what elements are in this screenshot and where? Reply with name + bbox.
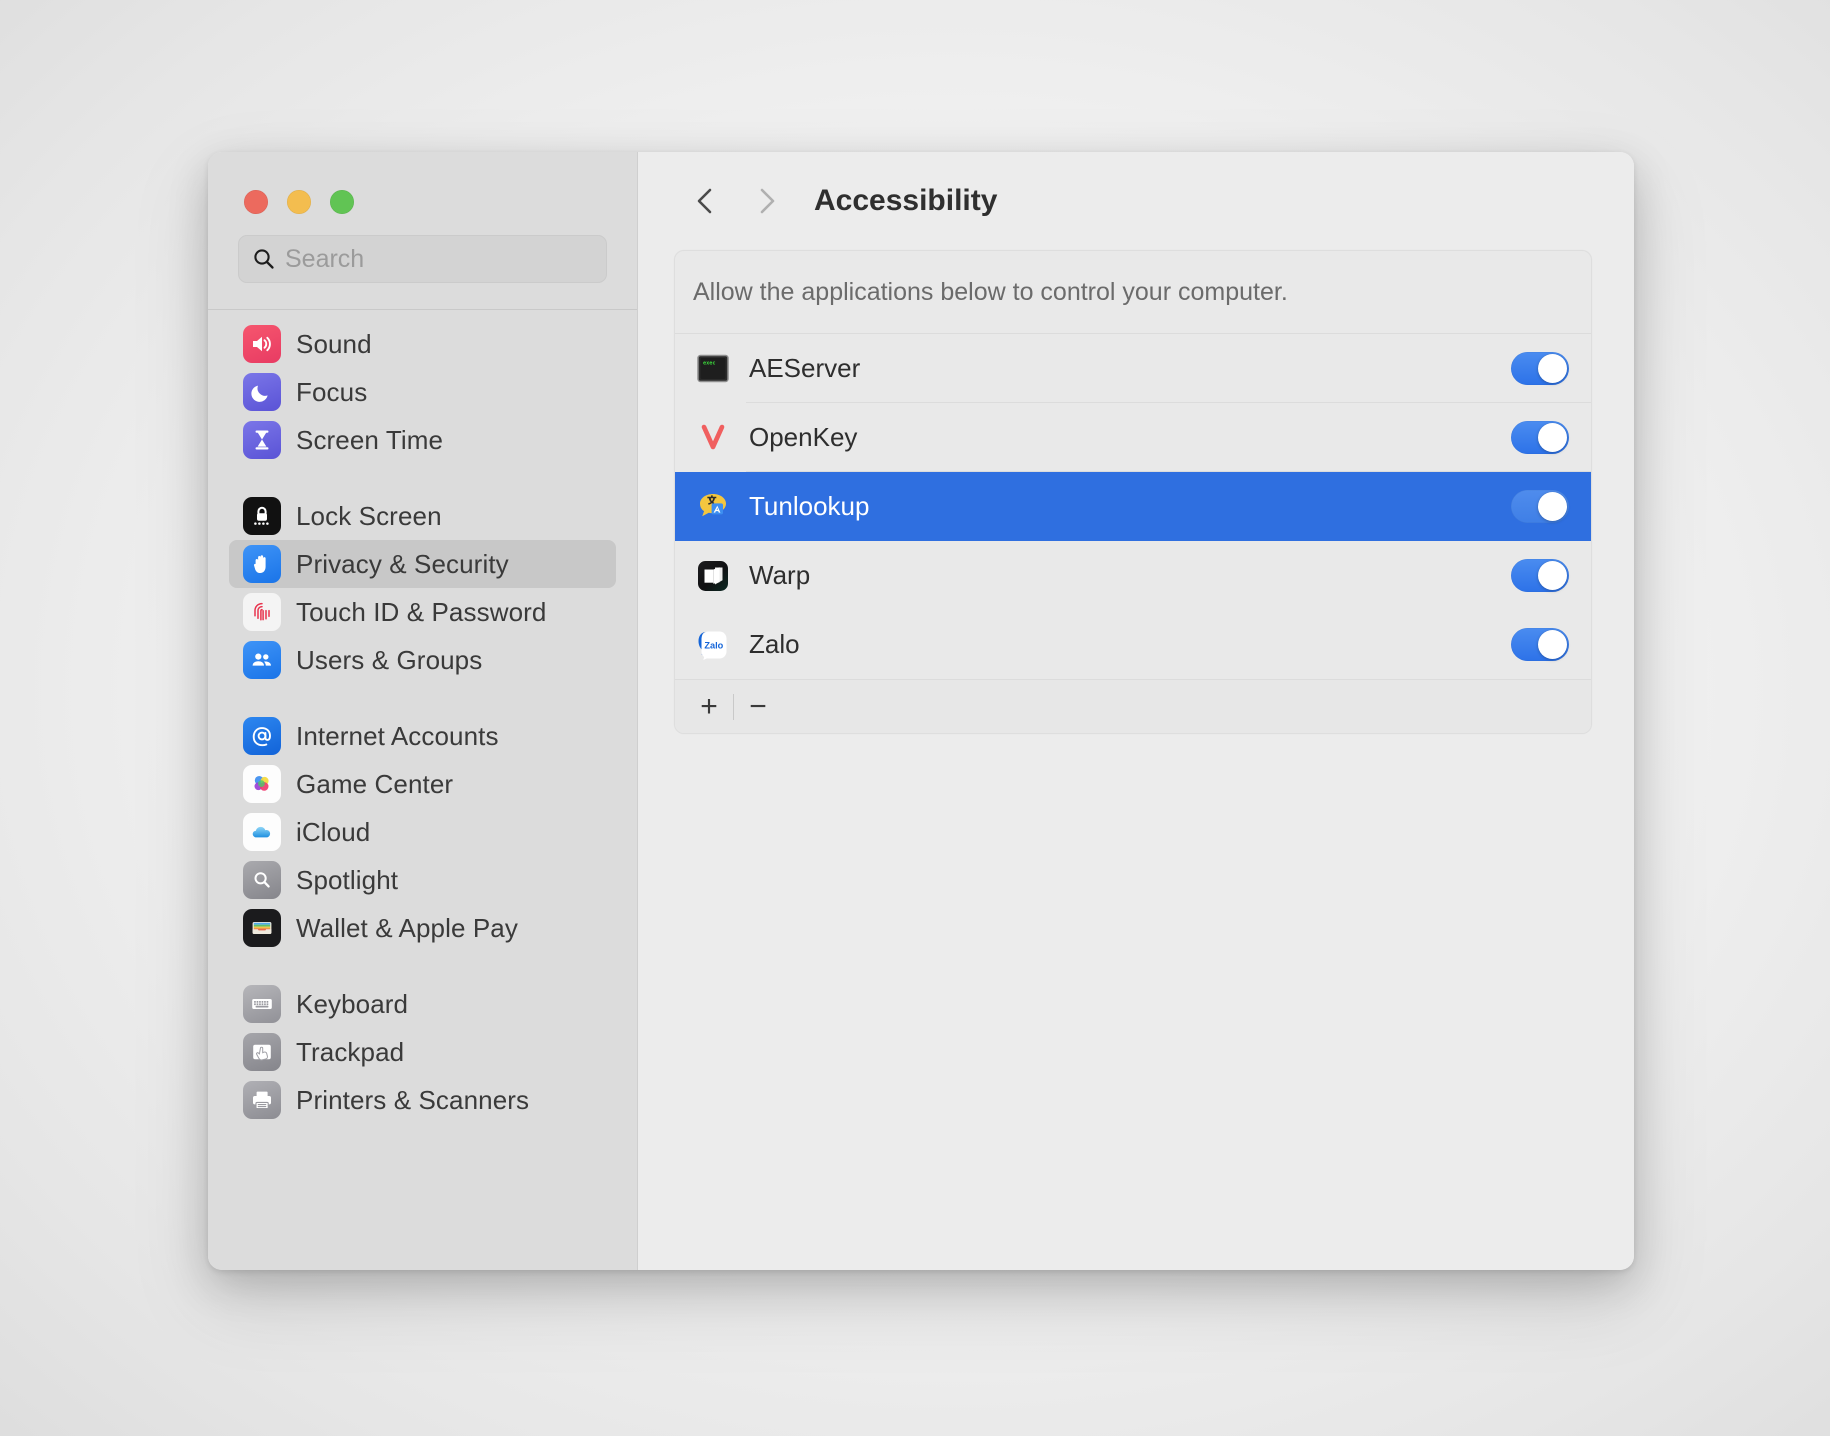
sidebar-item-users-groups[interactable]: Users & Groups [229, 636, 616, 684]
users-icon [243, 641, 281, 679]
fingerprint-icon [243, 593, 281, 631]
table-row[interactable]: OpenKey [675, 403, 1591, 472]
sidebar: Sound Focus [208, 152, 638, 1270]
sidebar-item-label: Keyboard [296, 988, 409, 1019]
tunlookup-icon [693, 487, 733, 527]
wallet-icon [243, 909, 281, 947]
at-icon [243, 717, 281, 755]
sidebar-item-label: Printers & Scanners [296, 1084, 530, 1115]
table-row[interactable]: exec AEServer [675, 334, 1591, 403]
sidebar-item-label: Wallet & Apple Pay [296, 912, 518, 943]
search-box[interactable] [238, 235, 607, 283]
hand-icon [243, 545, 281, 583]
sidebar-item-sound[interactable]: Sound [229, 320, 616, 368]
sidebar-item-label: Users & Groups [296, 644, 483, 675]
chevron-right-icon [760, 188, 775, 214]
settings-window: Sound Focus [208, 152, 1634, 1270]
sidebar-item-printers-scanners[interactable]: Printers & Scanners [229, 1076, 616, 1124]
panel-footer: + − [675, 679, 1591, 733]
add-app-button[interactable]: + [689, 687, 729, 727]
sidebar-group-3: Internet Accounts Game Center iCloud Spo… [208, 712, 637, 952]
sidebar-item-label: Lock Screen [296, 500, 442, 531]
warp-icon [693, 556, 733, 596]
sidebar-item-screen-time[interactable]: Screen Time [229, 416, 616, 464]
sidebar-nav: Sound Focus Screen Time Lock Screen Priv… [208, 310, 637, 1270]
back-button[interactable] [680, 175, 732, 227]
accessibility-toggle[interactable] [1511, 421, 1569, 454]
chevron-left-icon [697, 188, 712, 214]
app-name: Warp [749, 560, 811, 590]
zoom-button[interactable] [330, 190, 354, 214]
sidebar-item-keyboard[interactable]: Keyboard [229, 980, 616, 1028]
magnifier-icon [243, 861, 281, 899]
sidebar-item-game-center[interactable]: Game Center [229, 760, 616, 808]
sidebar-item-label: Screen Time [296, 424, 444, 455]
table-row[interactable]: Tunlookup [675, 472, 1591, 541]
search-icon [252, 247, 276, 271]
accessibility-toggle[interactable] [1511, 628, 1569, 661]
toolbar: Accessibility [638, 152, 1634, 250]
close-button[interactable] [244, 190, 268, 214]
content-area: Accessibility Allow the applications bel… [638, 152, 1634, 1270]
sidebar-item-touch-id[interactable]: Touch ID & Password [229, 588, 616, 636]
sidebar-item-icloud[interactable]: iCloud [229, 808, 616, 856]
cloud-icon [243, 813, 281, 851]
app-name: AEServer [749, 353, 861, 383]
keyboard-icon [243, 985, 281, 1023]
table-row[interactable]: Zalo Zalo [675, 610, 1591, 679]
page-title: Accessibility [814, 184, 998, 217]
accessibility-panel: Allow the applications below to control … [674, 250, 1592, 734]
accessibility-toggle[interactable] [1511, 559, 1569, 592]
forward-button[interactable] [740, 175, 792, 227]
footer-divider [733, 693, 734, 720]
accessibility-toggle[interactable] [1511, 352, 1569, 385]
sidebar-item-label: Internet Accounts [296, 720, 499, 751]
sidebar-item-label: Game Center [296, 768, 454, 799]
sidebar-item-privacy-security[interactable]: Privacy & Security [229, 540, 616, 588]
openkey-icon [693, 418, 733, 458]
sidebar-item-focus[interactable]: Focus [229, 368, 616, 416]
game-center-icon [243, 765, 281, 803]
sidebar-group-2: Lock Screen Privacy & Security Touch ID … [208, 492, 637, 684]
table-row[interactable]: Warp [675, 541, 1591, 610]
sidebar-item-wallet[interactable]: Wallet & Apple Pay [229, 904, 616, 952]
app-name: Zalo [749, 629, 800, 659]
screen-time-icon [243, 421, 281, 459]
accessibility-toggle[interactable] [1511, 490, 1569, 523]
lock-icon [243, 497, 281, 535]
sidebar-item-label: Touch ID & Password [296, 596, 547, 627]
sidebar-item-lock-screen[interactable]: Lock Screen [229, 492, 616, 540]
search-container [208, 228, 637, 309]
sidebar-group-1: Sound Focus Screen Time [208, 320, 637, 464]
app-name: OpenKey [749, 422, 858, 452]
sidebar-item-trackpad[interactable]: Trackpad [229, 1028, 616, 1076]
panel-description: Allow the applications below to control … [675, 251, 1591, 334]
search-input[interactable] [285, 244, 593, 274]
sidebar-item-label: Privacy & Security [296, 548, 509, 579]
focus-icon [243, 373, 281, 411]
svg-text:Zalo: Zalo [704, 640, 723, 650]
sidebar-item-label: Focus [296, 376, 368, 407]
sidebar-item-spotlight[interactable]: Spotlight [229, 856, 616, 904]
sidebar-item-label: Sound [296, 328, 372, 359]
aeserver-icon: exec [693, 349, 733, 389]
app-list: exec AEServer OpenKey Tunlookup Warp Zal… [675, 334, 1591, 679]
sidebar-group-4: Keyboard Trackpad Printers & Scanners [208, 980, 637, 1124]
svg-text:exec: exec [703, 360, 716, 366]
app-name: Tunlookup [749, 491, 870, 521]
minimize-button[interactable] [287, 190, 311, 214]
printer-icon [243, 1081, 281, 1119]
sidebar-item-label: Trackpad [296, 1036, 405, 1067]
traffic-lights [208, 152, 637, 228]
zalo-icon: Zalo [693, 625, 733, 665]
sidebar-item-label: iCloud [296, 816, 371, 847]
trackpad-icon [243, 1033, 281, 1071]
remove-app-button[interactable]: − [738, 687, 778, 727]
sound-icon [243, 325, 281, 363]
sidebar-item-internet-accounts[interactable]: Internet Accounts [229, 712, 616, 760]
sidebar-item-label: Spotlight [296, 864, 399, 895]
